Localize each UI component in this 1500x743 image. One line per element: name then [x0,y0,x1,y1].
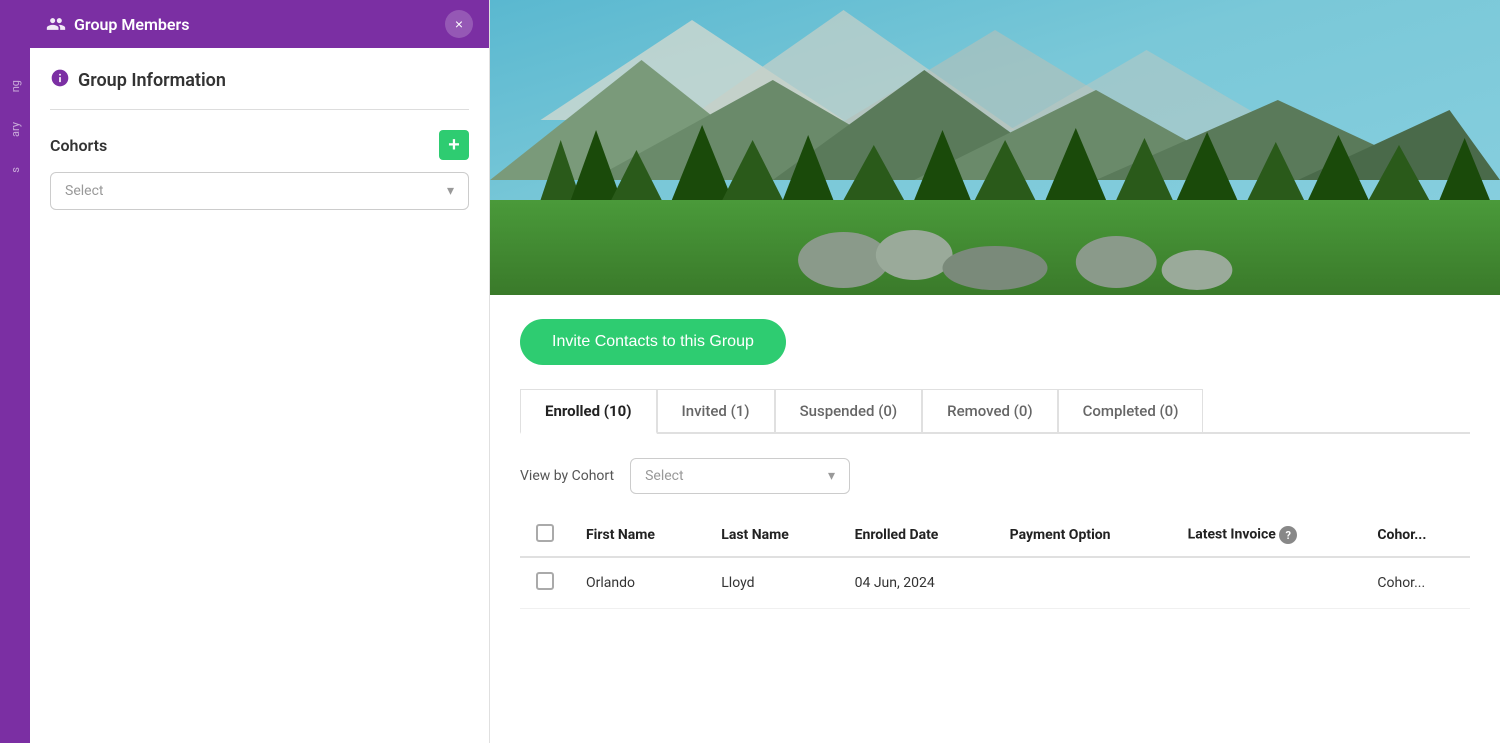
cell-latest-invoice [1172,557,1362,609]
invite-contacts-button[interactable]: Invite Contacts to this Group [520,319,786,365]
filter-label: View by Cohort [520,468,614,484]
nav-item-1: ng [9,80,22,92]
th-last-name: Last Name [705,514,838,557]
group-info-label: Group Information [78,70,226,91]
cohort-filter-select[interactable]: Select ▾ [630,458,850,494]
cell-enrolled-date: 04 Jun, 2024 [839,557,994,609]
cell-payment-option [994,557,1172,609]
tab-completed[interactable]: Completed (0) [1058,389,1204,432]
th-cohort: Cohor... [1361,514,1470,557]
th-enrolled-date: Enrolled Date [839,514,994,557]
nav-item-3: s [9,167,22,173]
sidebar-close-button[interactable]: × [445,10,473,38]
cohorts-section: Cohorts + Select ▾ [50,130,469,210]
th-payment-option: Payment Option [994,514,1172,557]
tabs-container: Enrolled (10) Invited (1) Suspended (0) … [520,389,1470,434]
tab-suspended[interactable]: Suspended (0) [775,389,923,432]
cohort-select-placeholder: Select [65,183,103,199]
tab-removed[interactable]: Removed (0) [922,389,1057,432]
row-checkbox-cell [520,557,570,609]
tab-enrolled[interactable]: Enrolled (10) [520,389,657,434]
cohorts-title: Cohorts [50,136,107,155]
add-cohort-button[interactable]: + [439,130,469,160]
hero-banner [490,0,1500,295]
main-content: Invite Contacts to this Group Enrolled (… [490,0,1500,743]
members-table: First Name Last Name Enrolled Date Payme… [520,514,1470,609]
cell-first-name: Orlando [570,557,705,609]
tab-invited[interactable]: Invited (1) [657,389,775,432]
latest-invoice-help-icon[interactable]: ? [1279,526,1297,544]
partial-nav: ng ary s [0,0,30,743]
th-latest-invoice: Latest Invoice ? [1172,514,1362,557]
select-all-checkbox[interactable] [536,524,554,542]
table-row: Orlando Lloyd 04 Jun, 2024 Cohor... [520,557,1470,609]
group-members-icon [46,14,66,34]
table-header-row: First Name Last Name Enrolled Date Payme… [520,514,1470,557]
filter-row: View by Cohort Select ▾ [520,458,1470,494]
cohorts-header: Cohorts + [50,130,469,160]
sidebar-header-left: Group Members [46,14,190,34]
info-icon [50,68,70,93]
cohort-select-chevron-icon: ▾ [447,183,454,199]
cohort-filter-chevron-icon: ▾ [828,468,835,484]
th-first-name: First Name [570,514,705,557]
sidebar-header: Group Members × [30,0,489,48]
row-checkbox[interactable] [536,572,554,590]
group-info-section: Group Information [50,68,469,110]
nav-item-2: ary [9,122,22,137]
mountain-illustration [490,0,1500,295]
cell-last-name: Lloyd [705,557,838,609]
sidebar-panel: Group Members × Group Information Cohort… [30,0,490,743]
cohort-select-dropdown[interactable]: Select ▾ [50,172,469,210]
content-area: Invite Contacts to this Group Enrolled (… [490,295,1500,633]
th-checkbox [520,514,570,557]
sidebar-body: Group Information Cohorts + Select ▾ [30,48,489,743]
cohort-filter-placeholder: Select [645,468,683,484]
sidebar-title: Group Members [74,15,190,34]
cell-cohort: Cohor... [1361,557,1470,609]
